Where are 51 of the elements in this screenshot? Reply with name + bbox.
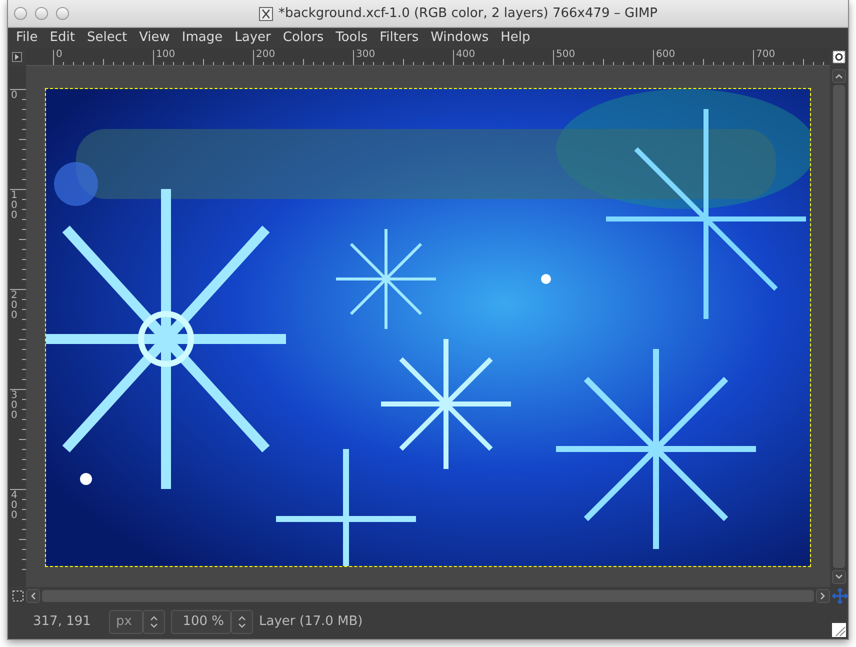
menu-item[interactable]: Layer — [228, 28, 277, 48]
menu-item[interactable]: View — [133, 28, 176, 48]
layer-info: Layer (17.0 MB) — [259, 613, 363, 632]
menu-item[interactable]: Image — [176, 28, 229, 48]
horizontal-scrollbar[interactable] — [42, 590, 814, 602]
unit-spinner[interactable] — [143, 610, 165, 634]
zoom-icon[interactable] — [832, 50, 846, 64]
window-title: *background.xcf-1.0 (RGB color, 2 layers) 766x479 – GIMP — [278, 4, 658, 23]
menu-item[interactable]: Help — [494, 28, 536, 48]
ruler-label: 400 — [456, 50, 476, 60]
ruler-label: 600 — [656, 50, 676, 60]
ruler-label: 200 — [256, 50, 276, 60]
x11-icon — [259, 6, 274, 20]
up-down-icon — [238, 616, 246, 628]
menu-item[interactable]: Filters — [374, 28, 425, 48]
chevron-up-icon — [835, 73, 843, 79]
pointer-coordinates: 317, 191 — [33, 613, 92, 632]
window-control-button[interactable] — [14, 7, 27, 20]
quick-mask-icon[interactable] — [12, 590, 24, 602]
ruler-label: 100 — [156, 50, 176, 60]
menu-item[interactable]: Edit — [44, 28, 81, 48]
menu-item[interactable]: Tools — [330, 28, 374, 48]
scroll-right-button[interactable] — [816, 589, 830, 603]
window-control-button[interactable] — [56, 7, 69, 20]
zoom-spinner[interactable] — [231, 610, 253, 634]
menu-item[interactable]: Colors — [276, 28, 330, 48]
zoom-field[interactable]: 100 % — [171, 610, 231, 634]
ruler-label: 300 — [11, 391, 18, 421]
window-control-button[interactable] — [35, 7, 48, 20]
chevron-down-icon — [835, 574, 843, 580]
ruler-label: 0 — [56, 50, 62, 60]
vertical-scrollbar[interactable] — [830, 66, 848, 587]
chevron-left-icon — [30, 592, 36, 600]
menu-item[interactable]: Windows — [424, 28, 495, 48]
ruler-label: 500 — [556, 50, 576, 60]
ruler-label: 100 — [11, 191, 18, 221]
menu-item[interactable]: Select — [80, 28, 134, 48]
up-down-icon — [150, 616, 158, 628]
scroll-up-button[interactable] — [832, 69, 846, 83]
resize-grip-icon[interactable] — [832, 623, 846, 637]
chevron-right-icon — [820, 592, 826, 600]
ruler-label: 700 — [756, 50, 776, 60]
menu-item[interactable]: File — [10, 28, 44, 48]
ruler-label: 200 — [11, 291, 18, 321]
menu-arrow-icon[interactable] — [12, 52, 22, 62]
ruler-label: 400 — [11, 491, 18, 521]
ruler-label: 0 — [11, 91, 18, 101]
scroll-left-button[interactable] — [26, 589, 40, 603]
unit-dropdown[interactable]: px — [109, 610, 143, 634]
scroll-down-button[interactable] — [832, 570, 846, 584]
ruler-label: 300 — [356, 50, 376, 60]
